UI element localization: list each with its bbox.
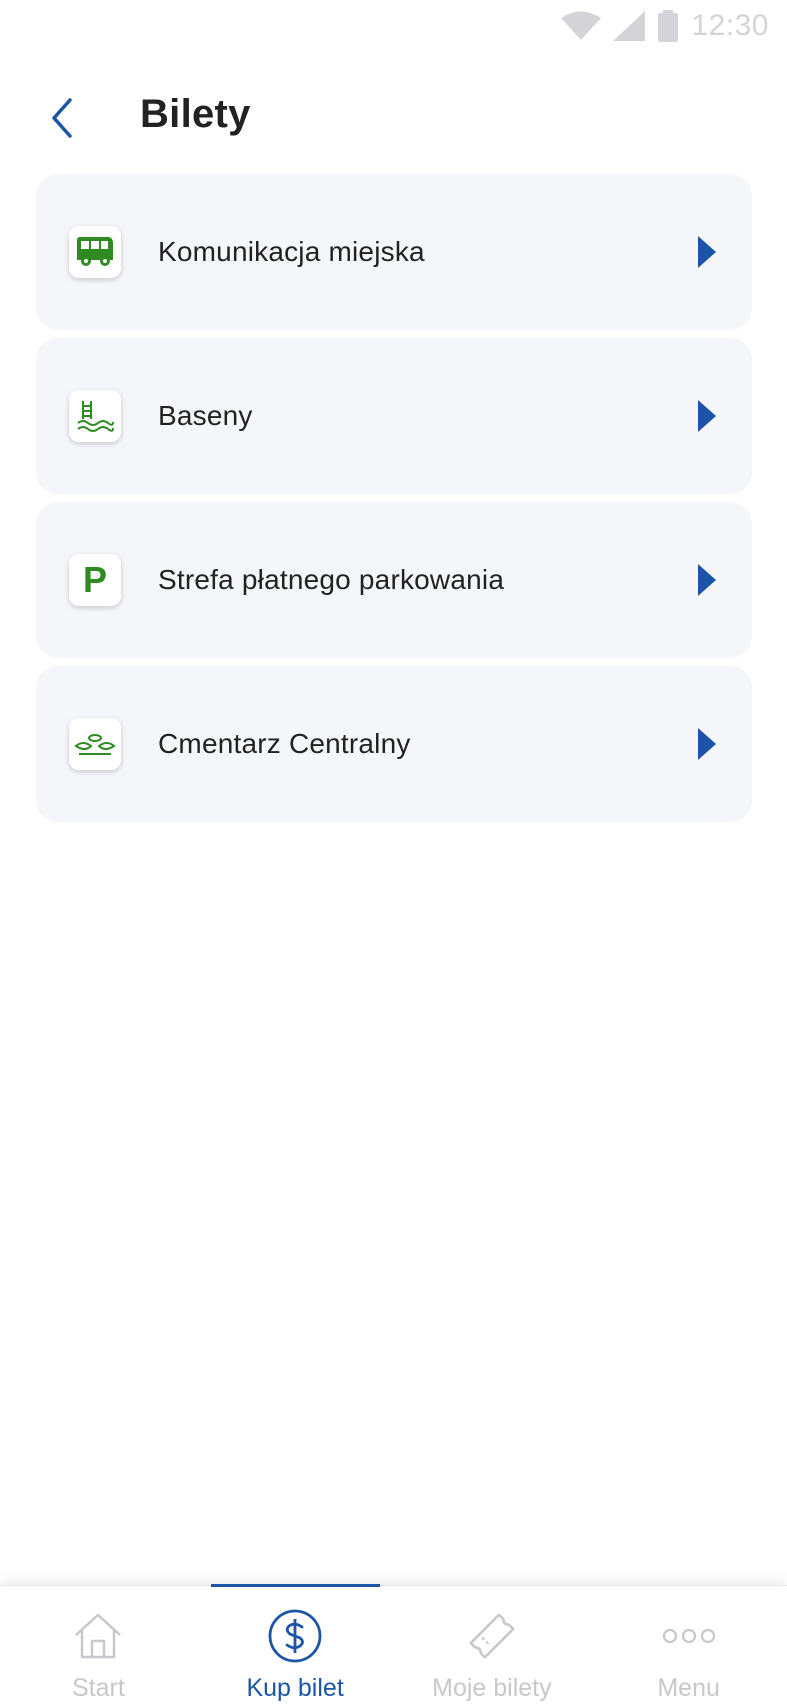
category-item-cemetery[interactable]: Cmentarz Centralny [36, 666, 752, 822]
pool-icon [69, 390, 121, 442]
home-icon [70, 1608, 126, 1664]
category-label: Komunikacja miejska [158, 236, 425, 267]
status-bar: 12:30 [0, 0, 787, 52]
category-list: Komunikacja miejska Baseny P Strefa płat… [36, 174, 752, 830]
nav-item-my-tickets[interactable]: Moje bilety [394, 1586, 591, 1707]
parking-letter: P [82, 559, 107, 600]
nav-item-buy-ticket[interactable]: Kup bilet [197, 1584, 394, 1707]
nav-item-menu[interactable]: Menu [590, 1586, 787, 1707]
chevron-right-icon [698, 236, 716, 268]
chevron-right-icon [698, 728, 716, 760]
screen: 12:30 Bilety Komunikacja miejska Baseny … [0, 0, 787, 1707]
page-title: Bilety [140, 92, 251, 136]
ticket-icon [464, 1608, 520, 1664]
nav-item-start[interactable]: Start [0, 1586, 197, 1707]
nav-label: Menu [657, 1674, 720, 1702]
nav-label: Kup bilet [246, 1674, 344, 1702]
bus-icon [69, 226, 121, 278]
category-item-public-transport[interactable]: Komunikacja miejska [36, 174, 752, 330]
category-item-parking[interactable]: P Strefa płatnego parkowania [36, 502, 752, 658]
nav-label: Start [71, 1674, 125, 1702]
status-time: 12:30 [691, 9, 769, 42]
category-label: Cmentarz Centralny [158, 728, 411, 759]
back-button[interactable] [34, 90, 90, 146]
more-dots-icon [661, 1608, 717, 1664]
parking-icon: P [69, 554, 121, 606]
header: Bilety [0, 82, 787, 154]
nav-label: Moje bilety [432, 1674, 552, 1702]
category-item-pools[interactable]: Baseny [36, 338, 752, 494]
signal-icon [613, 11, 646, 41]
chevron-left-icon [52, 98, 72, 138]
category-label: Baseny [158, 400, 253, 431]
wifi-icon [561, 11, 602, 40]
chevron-right-icon [698, 564, 716, 596]
battery-icon [658, 10, 679, 42]
cemetery-icon [69, 718, 121, 770]
dollar-icon [267, 1608, 323, 1664]
bottom-nav: Start Kup bilet Moje bilety Menu [0, 1584, 787, 1707]
chevron-right-icon [698, 400, 716, 432]
category-label: Strefa płatnego parkowania [158, 564, 505, 595]
